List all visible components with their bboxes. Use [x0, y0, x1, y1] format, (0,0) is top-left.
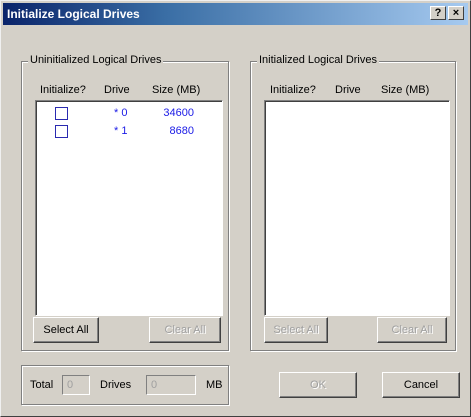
clear-all-button[interactable]: Clear All — [149, 317, 221, 343]
initialized-group-title: Initialized Logical Drives — [257, 54, 379, 66]
header-initialize: Initialize? — [40, 84, 86, 96]
close-button[interactable]: × — [448, 6, 464, 20]
header-drive: Drive — [104, 84, 130, 96]
drives-label: Drives — [100, 379, 132, 391]
initialize-checkbox[interactable] — [55, 125, 68, 138]
dialog-title: Initialize Logical Drives — [7, 7, 140, 21]
header-size: Size (MB) — [381, 84, 430, 96]
select-all-button[interactable]: Select All — [33, 317, 99, 343]
total-label: Total — [30, 379, 54, 391]
initialized-drives-group: Initialized Logical Drives Initialize? D… — [250, 54, 456, 351]
uninitialized-drives-list[interactable]: * 0 34600 * 1 8680 — [35, 100, 223, 316]
drive-size: 8680 — [169, 125, 194, 137]
drive-size: 34600 — [163, 107, 194, 119]
ok-button[interactable]: OK — [279, 372, 357, 398]
help-button[interactable]: ? — [430, 6, 446, 20]
mb-label: MB — [206, 379, 223, 391]
cancel-button[interactable]: Cancel — [382, 372, 460, 398]
mb-total-field: 0 — [146, 375, 196, 395]
initialize-checkbox[interactable] — [55, 107, 68, 120]
uninitialized-drives-group: Uninitialized Logical Drives Initialize?… — [21, 54, 229, 351]
select-all-button-initialized[interactable]: Select All — [264, 317, 328, 343]
drives-count-field: 0 — [62, 375, 90, 395]
totals-group: Total 0 Drives 0 MB — [21, 365, 229, 405]
clear-all-button-initialized[interactable]: Clear All — [377, 317, 447, 343]
drive-number: * 0 — [114, 107, 128, 119]
initialized-drives-list[interactable] — [264, 100, 450, 316]
initialize-logical-drives-dialog: Initialize Logical Drives ? × Uninitiali… — [0, 0, 471, 417]
header-size: Size (MB) — [152, 84, 201, 96]
drive-number: * 1 — [114, 125, 128, 137]
uninitialized-group-title: Uninitialized Logical Drives — [28, 54, 164, 66]
title-bar[interactable]: Initialize Logical Drives ? × — [3, 3, 468, 25]
header-drive: Drive — [335, 84, 361, 96]
header-initialize: Initialize? — [270, 84, 316, 96]
